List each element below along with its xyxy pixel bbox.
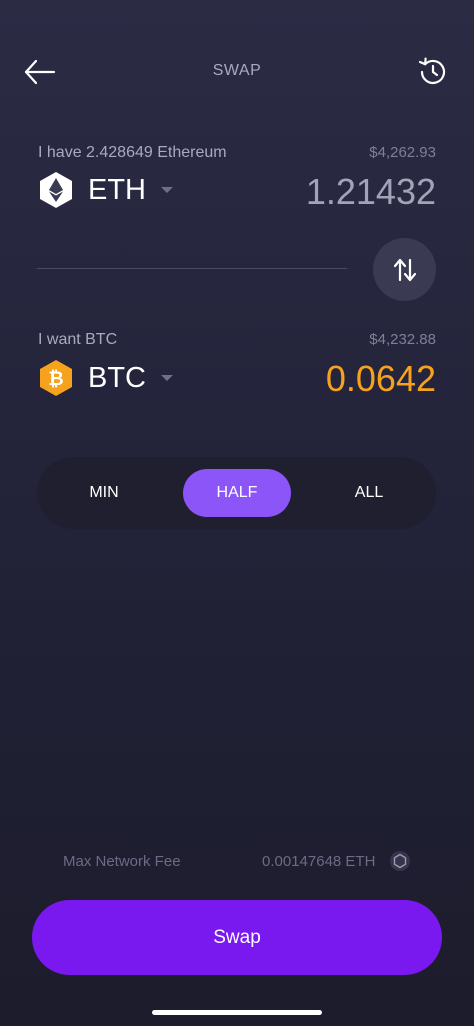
bitcoin-icon: ₿ (40, 360, 72, 396)
svg-text:₿: ₿ (48, 369, 63, 390)
network-fee-label: Max Network Fee (63, 853, 181, 870)
swap-arrows-icon (393, 258, 416, 281)
ethereum-small-icon (390, 851, 410, 871)
min-button[interactable]: MIN (51, 469, 157, 517)
from-ticker: ETH (88, 173, 146, 206)
amount-selector: MIN HALF ALL (37, 457, 436, 529)
chevron-down-icon (161, 375, 173, 381)
swap-button[interactable]: Swap (32, 900, 442, 975)
from-amount-input[interactable]: 1.21432 (236, 171, 436, 213)
history-icon (418, 57, 446, 85)
from-token-selector[interactable]: ETH (38, 171, 174, 209)
to-ticker: BTC (88, 361, 146, 394)
network-fee-value: 0.00147648 ETH (262, 853, 376, 870)
history-button[interactable] (416, 55, 450, 89)
to-label: I want BTC (38, 331, 118, 348)
to-token-selector[interactable]: ₿ BTC (38, 359, 174, 397)
divider (37, 268, 347, 269)
all-button[interactable]: ALL (316, 469, 422, 517)
from-usd-value: $4,262.93 (369, 144, 436, 161)
to-usd-value: $4,232.88 (369, 331, 436, 348)
ethereum-icon (40, 172, 72, 208)
home-indicator (152, 1010, 322, 1015)
swap-direction-button[interactable] (373, 238, 436, 301)
chevron-down-icon (161, 187, 173, 193)
from-balance-label: I have 2.428649 Ethereum (38, 144, 227, 161)
page-title: SWAP (212, 62, 262, 79)
half-button[interactable]: HALF (183, 469, 291, 517)
to-amount-value[interactable]: 0.0642 (236, 358, 436, 400)
